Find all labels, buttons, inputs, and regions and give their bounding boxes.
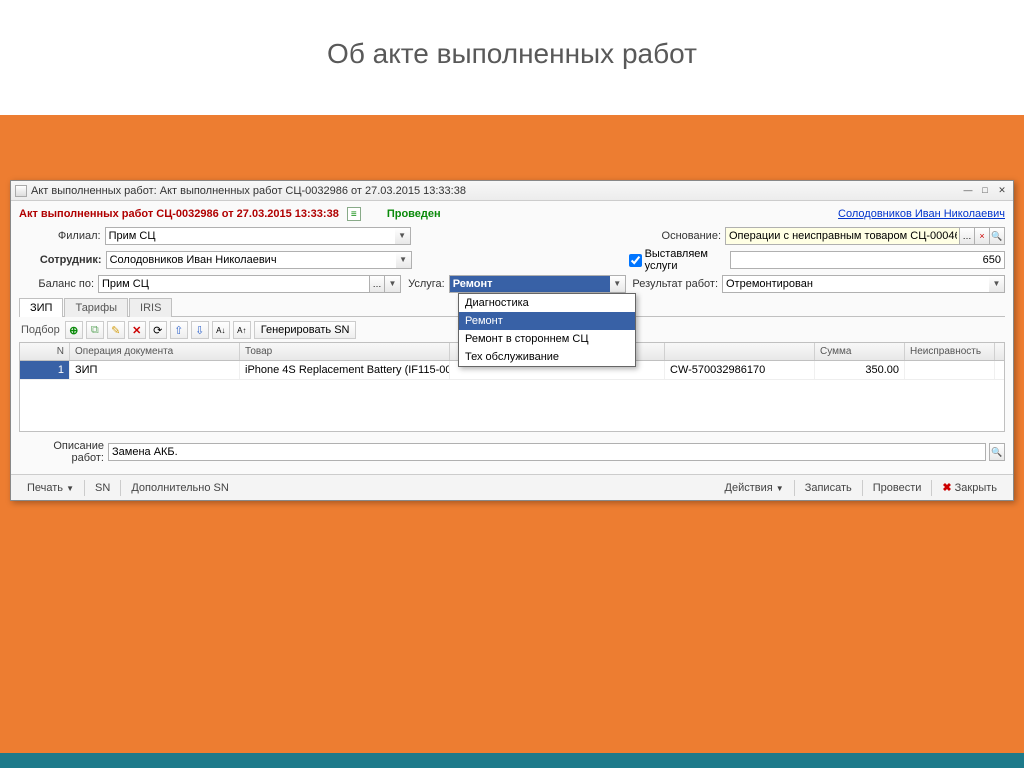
sort-asc-button[interactable]: A↓ [212, 321, 230, 339]
maximize-button[interactable]: □ [978, 185, 992, 197]
tab-tariffs[interactable]: Тарифы [64, 298, 128, 317]
more-sn-button[interactable]: Дополнительно SN [123, 480, 237, 496]
close-icon: ✖ [942, 482, 951, 494]
dropdown-item[interactable]: Ремонт в стороннем СЦ [459, 330, 635, 348]
sort-desc-button[interactable]: A↑ [233, 321, 251, 339]
copy-button[interactable]: ⧉ [86, 321, 104, 339]
basis-clear-button[interactable]: × [974, 227, 990, 245]
basis-input[interactable] [725, 227, 960, 245]
service-input[interactable] [449, 275, 610, 293]
slide-footer-bar [0, 753, 1024, 768]
move-up-button[interactable]: ⇧ [170, 321, 188, 339]
service-dropdown-button[interactable]: ▼ [610, 275, 626, 293]
cell-serial: CW-570032986170 [665, 361, 815, 379]
employee-label: Сотрудник: [19, 254, 102, 266]
basis-select-button[interactable]: … [959, 227, 975, 245]
tab-iris[interactable]: IRIS [129, 298, 172, 317]
delete-button[interactable]: ✕ [128, 321, 146, 339]
col-n: N [20, 343, 70, 360]
service-label: Услуга: [405, 278, 445, 290]
close-button[interactable]: ✖Закрыть [934, 479, 1005, 496]
sn-button[interactable]: SN [87, 480, 118, 496]
user-link[interactable]: Солодовников Иван Николаевич [838, 208, 1005, 220]
employee-dropdown-button[interactable]: ▼ [396, 251, 412, 269]
bill-amount-input[interactable] [730, 251, 1005, 269]
cell-defect [905, 361, 995, 379]
bill-services-label: Выставляем услуги [645, 248, 726, 272]
result-dropdown-button[interactable]: ▼ [989, 275, 1005, 293]
pick-label: Подбор [21, 324, 60, 336]
description-label: Описание работ: [19, 440, 104, 464]
chevron-down-icon: ▼ [66, 484, 74, 493]
cell-sum: 350.00 [815, 361, 905, 379]
cell-product: iPhone 4S Replacement Battery (IF115-005… [240, 361, 450, 379]
move-down-button[interactable]: ⇩ [191, 321, 209, 339]
balance-dropdown-button[interactable]: ▼ [385, 275, 401, 293]
save-button[interactable]: Записать [797, 480, 860, 496]
description-input[interactable] [108, 443, 986, 461]
chevron-down-icon: ▼ [776, 484, 784, 493]
footer-toolbar: Печать ▼ SN Дополнительно SN Действия ▼ … [11, 474, 1013, 500]
add-button[interactable]: ⊕ [65, 321, 83, 339]
balance-label: Баланс по: [19, 278, 94, 290]
dropdown-item[interactable]: Ремонт [459, 312, 635, 330]
minimize-button[interactable]: — [961, 185, 975, 197]
actions-button[interactable]: Действия ▼ [717, 480, 792, 496]
window-title: Акт выполненных работ: Акт выполненных р… [31, 185, 961, 197]
col-operation: Операция документа [70, 343, 240, 360]
edit-button[interactable]: ✎ [107, 321, 125, 339]
slide-background: Акт выполненных работ: Акт выполненных р… [0, 115, 1024, 753]
titlebar: Акт выполненных работ: Акт выполненных р… [11, 181, 1013, 201]
result-input[interactable] [722, 275, 989, 293]
tab-zip[interactable]: ЗИП [19, 298, 63, 317]
description-lookup-button[interactable]: 🔍 [989, 443, 1005, 461]
col-serial [665, 343, 815, 360]
result-label: Результат работ: [630, 278, 718, 290]
balance-select-button[interactable]: … [369, 275, 385, 293]
app-icon [15, 185, 27, 197]
post-button[interactable]: Провести [865, 480, 930, 496]
employee-input[interactable] [106, 251, 396, 269]
basis-open-button[interactable]: 🔍 [989, 227, 1005, 245]
bill-services-checkbox[interactable] [629, 254, 642, 267]
generate-sn-button[interactable]: Генерировать SN [254, 321, 357, 339]
refresh-button[interactable]: ⟳ [149, 321, 167, 339]
print-button[interactable]: Печать ▼ [19, 480, 82, 496]
col-sum: Сумма [815, 343, 905, 360]
app-window: Акт выполненных работ: Акт выполненных р… [10, 180, 1014, 501]
branch-label: Филиал: [19, 230, 101, 242]
cell-n: 1 [20, 361, 70, 379]
branch-input[interactable] [105, 227, 395, 245]
status-badge: Проведен [387, 208, 441, 220]
dropdown-item[interactable]: Диагностика [459, 294, 635, 312]
dropdown-item[interactable]: Тех обслуживание [459, 348, 635, 366]
col-defect: Неисправность [905, 343, 995, 360]
basis-label: Основание: [625, 230, 721, 242]
close-window-button[interactable]: ✕ [995, 185, 1009, 197]
document-title: Акт выполненных работ СЦ-0032986 от 27.0… [19, 208, 339, 220]
doc-status-icon: ≡ [347, 207, 361, 221]
col-product: Товар [240, 343, 450, 360]
slide-title: Об акте выполненных работ [0, 0, 1024, 90]
branch-dropdown-button[interactable]: ▼ [395, 227, 411, 245]
service-dropdown-panel: Диагностика Ремонт Ремонт в стороннем СЦ… [458, 293, 636, 367]
cell-operation: ЗИП [70, 361, 240, 379]
balance-input[interactable] [98, 275, 370, 293]
